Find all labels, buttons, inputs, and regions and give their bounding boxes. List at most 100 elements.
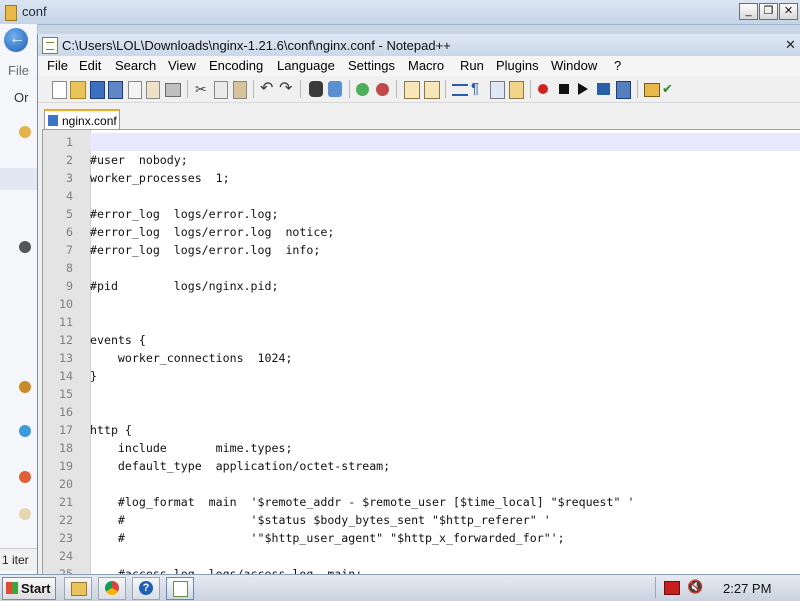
network-warning-icon[interactable] [664,581,680,595]
close-all-icon[interactable] [146,81,160,99]
sync-horizontal-icon[interactable] [424,81,440,99]
line-number: 2 [66,153,73,167]
run-macro-multiple-icon[interactable] [597,83,610,95]
code-line: 16 [43,403,800,421]
zoom-out-icon[interactable] [376,83,389,96]
word-wrap-icon[interactable] [452,84,468,96]
menu-view[interactable]: View [168,58,196,73]
line-text: #pid logs/nginx.pid; [90,279,279,293]
open-file-icon[interactable] [70,81,86,99]
system-tray: 🔇 2:27 PM [655,577,800,598]
print-icon[interactable] [165,83,181,97]
close-button[interactable]: ✕ [779,3,798,20]
menu-macro[interactable]: Macro [408,58,444,73]
file-saved-icon [48,115,58,126]
code-line: 17 http { [43,421,800,439]
notepad-close-button[interactable]: ✕ [785,37,796,53]
minimize-button[interactable]: _ [739,3,758,20]
notepad-plus-plus-window: C:\Users\LOL\Downloads\nginx-1.21.6\conf… [37,34,800,576]
drive-icon[interactable] [19,241,31,253]
code-line: 11 [43,313,800,331]
search-icon[interactable] [19,425,31,437]
save-icon[interactable] [90,81,105,99]
volume-muted-icon[interactable]: 🔇 [687,580,703,594]
code-line: 15 [43,385,800,403]
menu-run[interactable]: Run [460,58,484,73]
line-text: http { [90,423,132,437]
find-icon[interactable] [309,81,323,97]
spell-check-icon[interactable]: ✔ [662,81,678,97]
background-window-titlebar[interactable]: conf _ ❐ ✕ [0,0,800,25]
copy-icon[interactable] [214,81,228,99]
toolbar-separator [637,80,638,98]
tab-bar: nginx.conf [38,103,800,131]
toolbar-separator [445,80,446,98]
network-icon[interactable] [19,381,31,393]
text-editor[interactable]: 1 2 #user nobody; 3 worker_processes 1; 4 5 #er… [42,129,800,576]
back-button[interactable]: ← [4,28,28,52]
redo-icon[interactable]: ↷ [279,81,295,97]
tab-nginx-conf[interactable]: nginx.conf [44,109,120,131]
code-line: 22 # '$status $body_bytes_sent "$http_re… [43,511,800,529]
taskbar-explorer-button[interactable] [64,577,92,600]
line-text: #error_log logs/error.log notice; [90,225,335,239]
document-icon[interactable] [19,508,31,520]
cut-icon[interactable]: ✂ [195,81,211,97]
line-number: 10 [59,297,73,311]
toolbar-separator [300,80,301,98]
favorites-icon[interactable] [19,126,31,138]
menu-window[interactable]: Window [551,58,597,73]
media-icon[interactable] [19,471,31,483]
line-text: include mime.types; [90,441,293,455]
launch-in-browser-icon[interactable] [644,83,660,97]
menu-search[interactable]: Search [115,58,156,73]
notepad-titlebar[interactable]: C:\Users\LOL\Downloads\nginx-1.21.6\conf… [38,34,800,56]
taskbar-chrome-button[interactable] [98,577,126,600]
menu-settings[interactable]: Settings [348,58,395,73]
background-file-menu[interactable]: File [8,63,29,78]
taskbar: Start ? 🔇 2:27 PM [0,574,800,601]
menu-edit[interactable]: Edit [79,58,101,73]
taskbar-help-button[interactable]: ? [132,577,160,600]
line-text: # '$status $body_bytes_sent "$http_refer… [90,513,551,527]
background-window-title: conf [22,4,47,19]
save-all-icon[interactable] [108,81,123,99]
indent-guide-icon[interactable] [490,81,505,99]
window-title: C:\Users\LOL\Downloads\nginx-1.21.6\conf… [62,38,451,53]
undo-icon[interactable]: ↶ [260,81,276,97]
line-number: 13 [59,351,73,365]
show-all-characters-icon[interactable]: ¶ [471,81,487,97]
background-organize-menu[interactable]: Or [14,90,28,105]
line-number: 4 [66,189,73,203]
zoom-in-icon[interactable] [356,83,369,96]
code-line: 6 #error_log logs/error.log notice; [43,223,800,241]
taskbar-notepad-button[interactable] [166,577,194,600]
background-selected-item[interactable] [0,168,37,190]
line-text: default_type application/octet-stream; [90,459,391,473]
stop-recording-icon[interactable] [559,84,569,94]
line-number: 1 [66,135,73,149]
clock[interactable]: 2:27 PM [723,581,771,596]
record-macro-icon[interactable] [538,84,548,94]
line-number: 17 [59,423,73,437]
line-text: events { [90,333,146,347]
toolbar-separator [253,80,254,98]
menu-help[interactable]: ? [614,58,621,73]
save-macro-icon[interactable] [616,81,631,99]
paste-icon[interactable] [233,81,247,99]
new-file-icon[interactable] [52,81,67,99]
menu-language[interactable]: Language [277,58,335,73]
line-text: #log_format main '$remote_addr - $remote… [90,495,635,509]
menu-plugins[interactable]: Plugins [496,58,539,73]
code-line: 23 # '"$http_user_agent" "$http_x_forwar… [43,529,800,547]
sync-vertical-icon[interactable] [404,81,420,99]
document-map-icon[interactable] [509,81,524,99]
close-icon[interactable] [128,81,142,99]
menu-encoding[interactable]: Encoding [209,58,263,73]
menu-file[interactable]: File [47,58,68,73]
restore-button[interactable]: ❐ [759,3,778,20]
play-macro-icon[interactable] [578,83,588,95]
code-line: 24 [43,547,800,565]
start-button[interactable]: Start [2,577,56,600]
replace-icon[interactable] [328,81,342,97]
